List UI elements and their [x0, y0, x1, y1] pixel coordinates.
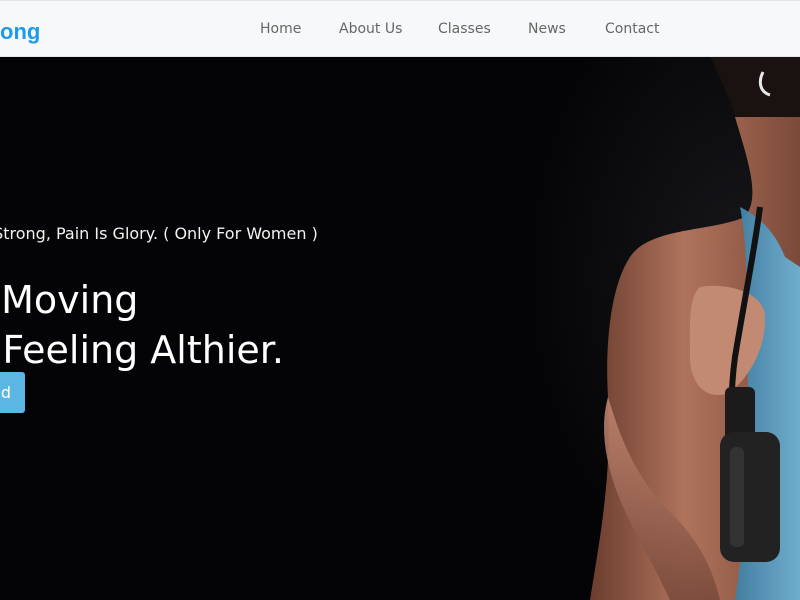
nav-home[interactable]: Home [260, 19, 301, 39]
hero-headline-line-2: er And Feeling Althier. [0, 328, 284, 373]
nav-contact[interactable]: Contact [605, 19, 659, 39]
hero-headline: tions For Moving er And Feeling Althier. [0, 275, 525, 375]
hero-headline-line-1: tions For Moving [0, 278, 139, 323]
hero-tagline: rd, Play Strong, Pain Is Glory. ( Only F… [0, 224, 318, 243]
nav-about-us[interactable]: About Us [339, 19, 402, 39]
hero-section: rd, Play Strong, Pain Is Glory. ( Only F… [0, 57, 800, 600]
nav-classes[interactable]: Classes [438, 19, 491, 39]
navbar: ong Home About Us Classes News Contact [0, 0, 800, 57]
nav-news[interactable]: News [528, 19, 566, 39]
hero-cta-button[interactable]: d [0, 372, 25, 413]
brand-logo[interactable]: ong [0, 18, 40, 46]
hero-model-image [590, 57, 800, 600]
